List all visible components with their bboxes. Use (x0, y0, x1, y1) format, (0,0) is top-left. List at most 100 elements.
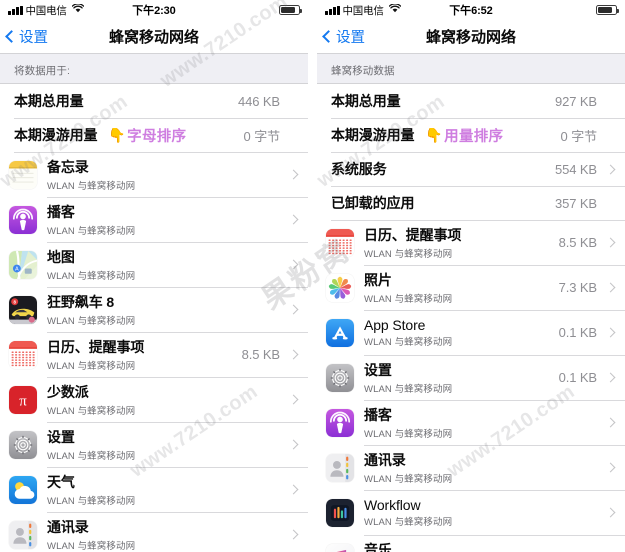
summary-row[interactable]: 本期漫游用量 👇 用量排序 0 字节 (317, 118, 625, 152)
row-label: 本期漫游用量 (331, 126, 415, 143)
summary-row[interactable]: 本期总用量 446 KB (0, 84, 308, 118)
row-text: 音乐 WLAN 与蜂窝移动网 (364, 540, 597, 552)
app-network-label: WLAN 与蜂窝移动网 (364, 337, 453, 349)
annotation-text: 字母排序 (127, 128, 187, 145)
app-row[interactable]: 日历、提醒事项 WLAN 与蜂窝移动网 8.5 KB (317, 220, 625, 265)
back-label: 设置 (336, 30, 365, 46)
phone-screen-left: 中国电信 下午2:30 设置 蜂窝移动网络 将数据用于: 本期总用量 446 KB… (0, 0, 308, 552)
row-text: 设置 WLAN 与蜂窝移动网 (364, 360, 559, 396)
chevron-right-icon (605, 372, 616, 383)
chevron-right-icon (288, 529, 299, 540)
app-name: 日历、提醒事项 (47, 338, 145, 355)
app-row[interactable]: 音乐 WLAN 与蜂窝移动网 (317, 535, 625, 552)
app-row[interactable]: 备忘录 WLAN 与蜂窝移动网 (0, 152, 308, 197)
row-value: 0 字节 (243, 128, 281, 144)
settings-icon (9, 430, 37, 459)
app-name: 设置 (47, 428, 75, 445)
row-text: 照片 WLAN 与蜂窝移动网 (364, 270, 559, 306)
app-row[interactable]: 照片 WLAN 与蜂窝移动网 7.3 KB (317, 265, 625, 310)
weather-icon (9, 475, 37, 504)
status-time: 下午2:30 (132, 5, 176, 17)
phone-screen-right: 中国电信 下午6:52 设置 蜂窝移动网络 蜂窝移动数据 本期总用量 927 KB… (317, 0, 625, 552)
app-network-label: WLAN 与蜂窝移动网 (47, 271, 136, 283)
section-header: 蜂窝移动数据 (317, 54, 625, 83)
summary-row[interactable]: 已卸载的应用 357 KB (317, 186, 625, 220)
row-text: 播客 WLAN 与蜂窝移动网 (47, 202, 280, 238)
maps-icon: A (9, 250, 37, 279)
row-value: 357 KB (554, 195, 597, 211)
app-name: 通讯录 (47, 518, 89, 535)
status-right (279, 5, 302, 15)
app-name: 地图 (47, 248, 75, 265)
row-text: 本期总用量 (331, 91, 555, 111)
back-label: 设置 (19, 30, 48, 46)
summary-row[interactable]: 本期漫游用量 👇 字母排序 0 字节 (0, 118, 308, 152)
app-network-label: WLAN 与蜂窝移动网 (47, 361, 136, 373)
list-group: 本期总用量 446 KB 本期漫游用量 👇 字母排序 0 字节 备忘录 WLAN… (0, 83, 308, 552)
photos-icon (326, 273, 354, 302)
app-row[interactable]: 通讯录 WLAN 与蜂窝移动网 (0, 512, 308, 552)
app-name: Workflow (364, 496, 421, 513)
app-name: 备忘录 (47, 158, 89, 175)
back-button[interactable]: 设置 (317, 26, 365, 47)
row-text: 播客 WLAN 与蜂窝移动网 (364, 405, 597, 441)
app-network-label: WLAN 与蜂窝移动网 (364, 249, 453, 261)
sspai-icon: π (9, 385, 37, 414)
dual-screenshot-root: 中国电信 下午2:30 设置 蜂窝移动网络 将数据用于: 本期总用量 446 KB… (0, 0, 625, 552)
row-text: Workflow WLAN 与蜂窝移动网 (364, 497, 597, 529)
workflow-icon (326, 498, 354, 527)
summary-row[interactable]: 系统服务 554 KB (317, 152, 625, 186)
app-network-label: WLAN 与蜂窝移动网 (47, 316, 136, 328)
app-network-label: WLAN 与蜂窝移动网 (47, 541, 136, 552)
row-label: 已卸载的应用 (331, 195, 415, 211)
app-row[interactable]: App Store WLAN 与蜂窝移动网 0.1 KB (317, 310, 625, 355)
app-row[interactable]: A 地图 WLAN 与蜂窝移动网 (0, 242, 308, 287)
row-text: 本期漫游用量 👇 用量排序 (331, 125, 561, 146)
app-network-label: WLAN 与蜂窝移动网 (364, 294, 453, 306)
battery-icon (279, 5, 302, 15)
app-name: 日历、提醒事项 (364, 226, 462, 243)
podcasts-icon (326, 408, 354, 437)
row-text: 设置 WLAN 与蜂窝移动网 (47, 427, 280, 463)
row-text: 地图 WLAN 与蜂窝移动网 (47, 247, 280, 283)
annotation-callout: 👇 用量排序 (425, 125, 503, 146)
app-usage-value: 8.5 KB (558, 235, 598, 250)
section-header: 将数据用于: (0, 54, 308, 83)
chevron-right-icon (288, 484, 299, 495)
settings-icon (326, 363, 354, 392)
app-network-label: WLAN 与蜂窝移动网 (47, 226, 136, 238)
row-text: App Store WLAN 与蜂窝移动网 (364, 317, 559, 349)
settings-list[interactable]: 蜂窝移动数据 本期总用量 927 KB 本期漫游用量 👇 用量排序 0 字节 系… (317, 54, 625, 552)
app-row[interactable]: 设置 WLAN 与蜂窝移动网 0.1 KB (317, 355, 625, 400)
annotation-text: 用量排序 (444, 128, 504, 145)
settings-list[interactable]: 将数据用于: 本期总用量 446 KB 本期漫游用量 👇 字母排序 0 字节 备 (0, 54, 308, 552)
back-button[interactable]: 设置 (0, 26, 48, 47)
podcasts-icon (9, 205, 37, 234)
pointing-down-hand-icon: 👇 (425, 126, 444, 143)
chevron-right-icon (605, 282, 616, 293)
svg-text:π: π (19, 393, 27, 409)
app-usage-value: 7.3 KB (558, 280, 598, 295)
app-row[interactable]: 天气 WLAN 与蜂窝移动网 (0, 467, 308, 512)
app-usage-value: 8.5 KB (241, 347, 281, 362)
calendar-icon (326, 228, 354, 257)
chevron-right-icon (288, 214, 299, 225)
contacts-icon (326, 453, 354, 482)
app-row[interactable]: 通讯录 WLAN 与蜂窝移动网 (317, 445, 625, 490)
summary-row[interactable]: 本期总用量 927 KB (317, 84, 625, 118)
row-text: 备忘录 WLAN 与蜂窝移动网 (47, 157, 280, 193)
chevron-left-icon (5, 30, 18, 43)
row-value: 446 KB (237, 93, 280, 109)
app-row[interactable]: 播客 WLAN 与蜂窝移动网 (0, 197, 308, 242)
app-row[interactable]: π 少数派 WLAN 与蜂窝移动网 (0, 377, 308, 422)
app-row[interactable]: Workflow WLAN 与蜂窝移动网 (317, 490, 625, 535)
app-row[interactable]: 日历、提醒事项 WLAN 与蜂窝移动网 8.5 KB (0, 332, 308, 377)
app-row[interactable]: 8 狂野飙车 8 WLAN 与蜂窝移动网 (0, 287, 308, 332)
calendar-icon (9, 340, 37, 369)
app-name: 播客 (364, 406, 392, 423)
app-row[interactable]: 设置 WLAN 与蜂窝移动网 (0, 422, 308, 467)
app-row[interactable]: 播客 WLAN 与蜂窝移动网 (317, 400, 625, 445)
status-right (596, 5, 619, 15)
chevron-right-icon (288, 394, 299, 405)
app-name: 设置 (364, 361, 392, 378)
